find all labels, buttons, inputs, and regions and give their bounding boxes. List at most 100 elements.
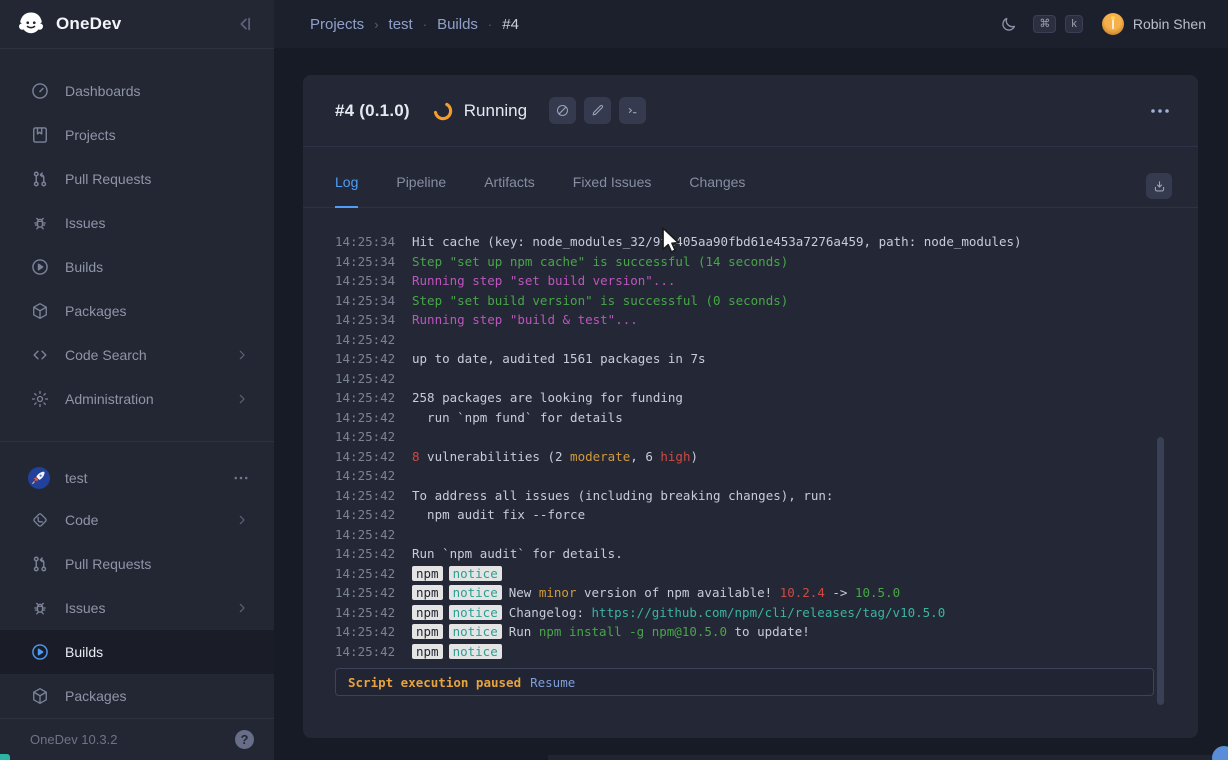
dashboard-icon <box>30 81 50 101</box>
sidebar-collapse-button[interactable] <box>234 13 256 35</box>
npm-notice-badge: notice <box>449 644 502 659</box>
sidebar-item-label: Builds <box>65 259 103 275</box>
sidebar-item-pull-requests[interactable]: Pull Requests <box>0 542 274 586</box>
more-options-button[interactable] <box>1148 99 1172 123</box>
breadcrumb-separator: · <box>488 17 492 32</box>
log-timestamp: 14:25:42 <box>335 466 412 486</box>
pull-request-icon <box>30 169 50 189</box>
sidebar-item-packages[interactable]: Packages <box>0 674 274 718</box>
log-line: 14:25:42npmnotice <box>335 564 1154 584</box>
log-timestamp: 14:25:34 <box>335 232 412 252</box>
sidebar-item-builds[interactable]: Builds <box>0 245 274 289</box>
log-line: 14:25:34Running step "build & test"... <box>335 310 1154 330</box>
build-status: Running <box>464 101 527 121</box>
log-message: npm notice <box>412 642 509 662</box>
pencil-icon <box>590 103 605 118</box>
project-avatar-rocket-icon <box>27 466 51 490</box>
log-message: npmnoticeChangelog: https://github.com/n… <box>412 603 945 623</box>
log-timestamp: 14:25:42 <box>335 564 412 584</box>
sidebar-item-issues[interactable]: Issues <box>0 201 274 245</box>
sidebar-footer: OneDev 10.3.2 ? <box>0 718 274 760</box>
build-detail-card: #4 (0.1.0) Running Log Pipeline Artifacts F… <box>303 75 1198 738</box>
sidebar-item-dashboards[interactable]: Dashboards <box>0 69 274 113</box>
sidebar-item-packages[interactable]: Packages <box>0 289 274 333</box>
npm-notice-badge: notice <box>449 585 502 600</box>
npm-npm-badge: npm <box>412 605 443 620</box>
resume-link[interactable]: Resume <box>530 675 575 690</box>
topbar: Projects›test·Builds·#4 ⌘ k Robin Shen <box>274 0 1228 48</box>
npm-notice-badge: notice <box>449 624 502 639</box>
breadcrumb-projects[interactable]: Projects <box>310 16 364 33</box>
tab-log[interactable]: Log <box>335 174 358 208</box>
log-line: 14:25:42 <box>335 369 1154 389</box>
sidebar-item-code-search[interactable]: Code Search <box>0 333 274 377</box>
project-switcher[interactable]: test <box>0 458 274 498</box>
breadcrumb: Projects›test·Builds·#4 <box>310 16 519 33</box>
user-menu[interactable]: Robin Shen <box>1102 13 1206 35</box>
log-timestamp: 14:25:42 <box>335 330 412 350</box>
bug-icon <box>30 213 50 233</box>
help-icon[interactable]: ? <box>235 730 254 749</box>
sidebar-item-issues[interactable]: Issues <box>0 586 274 630</box>
log-line: 14:25:42 <box>335 466 1154 486</box>
play-circle-icon <box>30 257 50 277</box>
log-text: -> <box>825 585 855 600</box>
log-message: Run `npm audit` for details. <box>412 544 623 564</box>
app-version: OneDev 10.3.2 <box>30 732 117 747</box>
sidebar-item-label: Code Search <box>65 347 147 363</box>
sidebar-item-label: Dashboards <box>65 83 141 99</box>
log-text: run `npm fund` for details <box>412 410 623 425</box>
download-log-button[interactable] <box>1146 173 1172 199</box>
log-line: 14:25:34Step "set build version" is succ… <box>335 291 1154 311</box>
log-text: Run `npm audit` for details. <box>412 546 623 561</box>
log-text: , 6 <box>630 449 660 464</box>
tab-pipeline[interactable]: Pipeline <box>396 174 446 208</box>
build-title: #4 (0.1.0) <box>335 101 410 121</box>
topbar-actions: ⌘ k Robin Shen <box>999 13 1206 35</box>
tab-fixed-issues[interactable]: Fixed Issues <box>573 174 652 208</box>
sidebar-item-label: Projects <box>65 127 116 143</box>
log-text: npm audit fix --force <box>412 507 585 522</box>
log-message: up to date, audited 1561 packages in 7s <box>412 349 706 369</box>
tab-artifacts[interactable]: Artifacts <box>484 174 535 208</box>
sidebar-item-administration[interactable]: Administration <box>0 377 274 421</box>
bug-icon <box>30 598 50 618</box>
sidebar-header: OneDev <box>0 0 274 49</box>
breadcrumb-builds[interactable]: Builds <box>437 16 478 33</box>
sidebar-item-pull-requests[interactable]: Pull Requests <box>0 157 274 201</box>
dark-mode-toggle-moon-icon[interactable] <box>999 15 1018 34</box>
log-line: 14:25:42 npm audit fix --force <box>335 505 1154 525</box>
log-line: 14:25:42npmnoticeNew minor version of np… <box>335 583 1154 603</box>
log-line: 14:25:42npmnoticeChangelog: https://gith… <box>335 603 1154 623</box>
edit-build-button[interactable] <box>584 97 611 124</box>
log-link[interactable]: https://github.com/npm/cli/releases/tag/… <box>592 605 946 620</box>
breadcrumb-separator: · <box>423 17 427 32</box>
sidebar-item-code[interactable]: Code <box>0 498 274 542</box>
log-timestamp: 14:25:42 <box>335 505 412 525</box>
npm-notice-badge: notice <box>449 566 502 581</box>
cancel-build-button[interactable] <box>549 97 576 124</box>
app-title: OneDev <box>56 14 234 34</box>
npm-npm-badge: npm <box>412 644 443 659</box>
sidebar-item-projects[interactable]: Projects <box>0 113 274 157</box>
log-timestamp: 14:25:42 <box>335 427 412 447</box>
log-line: 14:25:42npmnoticeRun npm install -g npm@… <box>335 622 1154 642</box>
sidebar-item-label: Builds <box>65 644 103 660</box>
log-scrollbar-thumb[interactable] <box>1157 437 1164 705</box>
sidebar-divider <box>0 441 274 442</box>
bottom-strip <box>548 755 1228 760</box>
pull-request-icon <box>30 554 50 574</box>
log-text: to update! <box>727 624 810 639</box>
log-line: 14:25:42npmnotice <box>335 642 1154 662</box>
sidebar-item-label: Packages <box>65 303 126 319</box>
sidebar-item-label: Issues <box>65 215 105 231</box>
project-menu-button[interactable] <box>232 469 250 487</box>
tab-changes[interactable]: Changes <box>689 174 745 208</box>
log-timestamp: 14:25:42 <box>335 603 412 623</box>
sidebar-item-builds[interactable]: Builds <box>0 630 274 674</box>
breadcrumb-test[interactable]: test <box>389 16 413 33</box>
breadcrumb--4: #4 <box>502 16 519 33</box>
log-timestamp: 14:25:34 <box>335 291 412 311</box>
code-search-icon <box>30 345 50 365</box>
web-terminal-button[interactable] <box>619 97 646 124</box>
